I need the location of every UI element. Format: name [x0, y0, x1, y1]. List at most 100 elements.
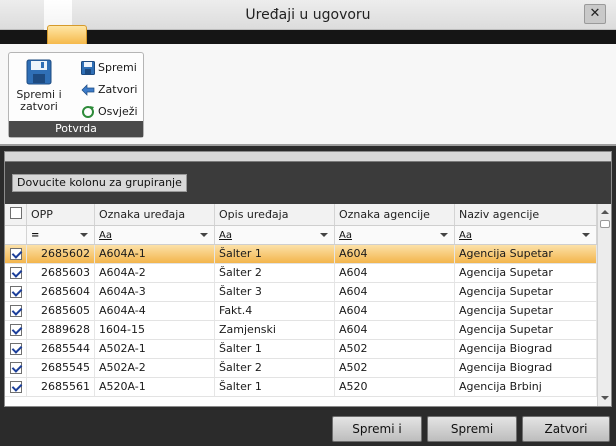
filter-oznaka-uredaja[interactable]: Aa [95, 226, 215, 244]
save-close-label: Spremi i zatvori [16, 88, 62, 113]
cell-opis: Šalter 2 [215, 359, 335, 377]
row-checkbox[interactable] [10, 267, 22, 279]
cell-agencija-naziv: Agencija Biograd [455, 340, 597, 358]
filter-oznaka-agencije[interactable]: Aa [335, 226, 455, 244]
ribbon-group-potvrda: Spremi i zatvori Spremi Zatvori Osvježi … [8, 52, 144, 138]
cell-opis: Fakt.4 [215, 302, 335, 320]
ribbon-save-close-button[interactable]: Spremi i zatvori [13, 57, 65, 119]
cell-oznaka: A604A-3 [95, 283, 215, 301]
row-checkbox[interactable] [10, 362, 22, 374]
filter-opis-uredaja[interactable]: Aa [215, 226, 335, 244]
filter-dropdown-icon[interactable] [80, 233, 88, 237]
group-by-panel[interactable]: Dovucite kolonu za grupiranje [5, 162, 611, 204]
close-button[interactable]: Zatvori [522, 416, 610, 442]
refresh-icon [82, 106, 94, 118]
cell-agencija-oznaka: A502 [335, 359, 455, 377]
ribbon-refresh-button[interactable]: Osvježi [81, 103, 138, 121]
table-row[interactable]: 2685544 A502A-1 Šalter 1 A502 Agencija B… [5, 340, 597, 359]
cell-opis: Šalter 1 [215, 245, 335, 263]
filter-dropdown-icon[interactable] [582, 233, 590, 237]
floppy-disk-icon [26, 59, 52, 85]
filter-dropdown-icon[interactable] [440, 233, 448, 237]
cell-agencija-oznaka: A604 [335, 321, 455, 339]
scroll-up-arrow-icon[interactable] [599, 206, 611, 218]
filter-dropdown-icon[interactable] [200, 233, 208, 237]
cell-opp: 2685605 [27, 302, 95, 320]
close-window-button[interactable]: ✕ [584, 4, 606, 24]
back-arrow-icon [81, 84, 95, 96]
cell-agencija-oznaka: A520 [335, 378, 455, 396]
table-row[interactable]: 2685605 A604A-4 Fakt.4 A604 Agencija Sup… [5, 302, 597, 321]
cell-agencija-oznaka: A604 [335, 245, 455, 263]
row-checkbox[interactable] [10, 248, 22, 260]
cell-agencija-naziv: Agencija Brbinj [455, 378, 597, 396]
cell-opp: 2685561 [27, 378, 95, 396]
ribbon: Spremi i zatvori Spremi Zatvori Osvježi … [0, 44, 616, 146]
devices-grid: Dovucite kolonu za grupiranje OPP Oznaka… [4, 151, 612, 407]
cell-oznaka: 1604-15 [95, 321, 215, 339]
ribbon-group-label: Potvrda [9, 121, 143, 137]
cell-agencija-naziv: Agencija Supetar [455, 302, 597, 320]
row-checkbox[interactable] [10, 324, 22, 336]
ribbon-save-button[interactable]: Spremi [81, 59, 137, 77]
save-label: Spremi [98, 61, 137, 74]
cell-agencija-naziv: Agencija Supetar [455, 283, 597, 301]
group-by-hint: Dovucite kolonu za grupiranje [12, 174, 187, 192]
header-opis-uredaja[interactable]: Opis uređaja [215, 204, 335, 225]
header-select-all[interactable] [5, 204, 27, 225]
window-title: Uređaji u ugovoru [245, 7, 371, 23]
cell-opp: 2685544 [27, 340, 95, 358]
select-all-checkbox[interactable] [10, 207, 22, 219]
filter-naziv-agencije[interactable]: Aa [455, 226, 597, 244]
close-label: Zatvori [98, 83, 138, 96]
footer-bar: Spremi i zatvori Spremi Zatvori [0, 408, 616, 446]
cell-oznaka: A502A-2 [95, 359, 215, 377]
cell-opis: Šalter 3 [215, 283, 335, 301]
vertical-scrollbar[interactable] [597, 204, 611, 406]
cell-opp: 2889628 [27, 321, 95, 339]
save-icon [81, 61, 95, 75]
row-checkbox[interactable] [10, 286, 22, 298]
cell-oznaka: A520A-1 [95, 378, 215, 396]
cell-oznaka: A604A-2 [95, 264, 215, 282]
row-checkbox[interactable] [10, 305, 22, 317]
table-row[interactable]: 2685545 A502A-2 Šalter 2 A502 Agencija B… [5, 359, 597, 378]
cell-opis: Zamjenski [215, 321, 335, 339]
scroll-thumb[interactable] [600, 220, 610, 228]
table-row[interactable]: 2685561 A520A-1 Šalter 1 A520 Agencija B… [5, 378, 597, 397]
header-naziv-agencije[interactable]: Naziv agencije [455, 204, 597, 225]
ribbon-tab-active[interactable] [47, 25, 87, 44]
grid-top-bar [5, 152, 611, 162]
row-checkbox[interactable] [10, 381, 22, 393]
save-close-button[interactable]: Spremi i zatvori [332, 416, 422, 442]
cell-agencija-oznaka: A604 [335, 302, 455, 320]
grid-filter-row: = Aa Aa Aa Aa [5, 226, 597, 245]
save-button[interactable]: Spremi [427, 416, 517, 442]
cell-opis: Šalter 2 [215, 264, 335, 282]
cell-opp: 2685545 [27, 359, 95, 377]
cell-agencija-oznaka: A604 [335, 283, 455, 301]
table-row[interactable]: 2685602 A604A-1 Šalter 1 A604 Agencija S… [5, 245, 597, 264]
refresh-label: Osvježi [98, 105, 138, 118]
cell-agencija-naziv: Agencija Supetar [455, 245, 597, 263]
cell-agencija-naziv: Agencija Supetar [455, 264, 597, 282]
filter-blank [5, 226, 27, 244]
scroll-down-arrow-icon[interactable] [599, 392, 611, 404]
filter-dropdown-icon[interactable] [320, 233, 328, 237]
ribbon-close-button[interactable]: Zatvori [81, 81, 137, 99]
header-oznaka-uredaja[interactable]: Oznaka uređaja [95, 204, 215, 225]
row-checkbox[interactable] [10, 343, 22, 355]
header-oznaka-agencije[interactable]: Oznaka agencije [335, 204, 455, 225]
cell-agencija-naziv: Agencija Biograd [455, 359, 597, 377]
table-row[interactable]: 2685603 A604A-2 Šalter 2 A604 Agencija S… [5, 264, 597, 283]
table-row[interactable]: 2889628 1604-15 Zamjenski A604 Agencija … [5, 321, 597, 340]
table-row[interactable]: 2685604 A604A-3 Šalter 3 A604 Agencija S… [5, 283, 597, 302]
grid-rows: 2685602 A604A-1 Šalter 1 A604 Agencija S… [5, 245, 597, 405]
filter-opp[interactable]: = [27, 226, 95, 244]
cell-oznaka: A502A-1 [95, 340, 215, 358]
cell-oznaka: A604A-1 [95, 245, 215, 263]
text-filter-icon: Aa [459, 230, 472, 241]
title-bar: Uređaji u ugovoru ✕ [0, 0, 616, 30]
grid-header-row: OPP Oznaka uređaja Opis uređaja Oznaka a… [5, 204, 597, 226]
header-opp[interactable]: OPP [27, 204, 95, 225]
